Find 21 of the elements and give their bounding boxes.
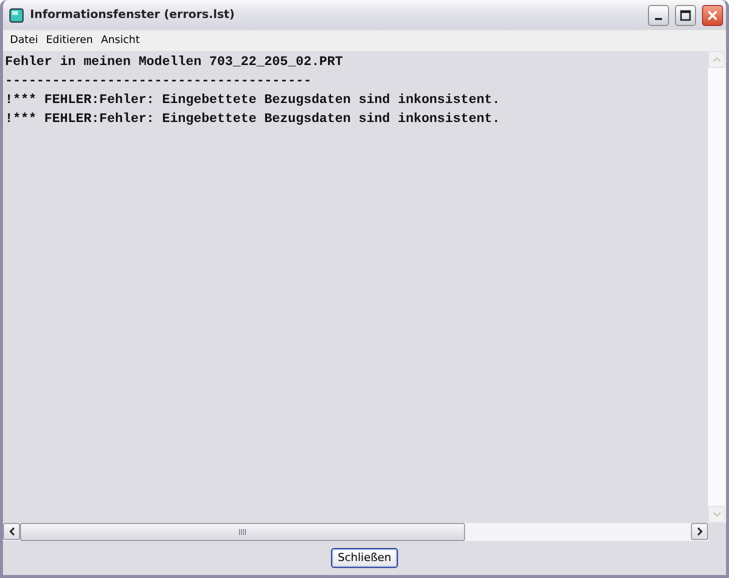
text-line: --------------------------------------- [5, 72, 312, 90]
window-title: Informationsfenster (errors.lst) [30, 6, 236, 24]
close-button[interactable] [702, 4, 723, 26]
text-line: !*** FEHLER:Fehler: Eingebettete Bezugsdaten sind inkonsistent. [5, 110, 500, 128]
grip-icon [239, 529, 246, 535]
maximize-button[interactable] [675, 4, 696, 26]
app-icon [9, 8, 24, 22]
close-dialog-button[interactable]: Schließen [330, 548, 398, 568]
text-line: Fehler in meinen Modellen 703_22_205_02.PRT [5, 53, 343, 71]
vertical-scrollbar[interactable] [708, 51, 726, 523]
minimize-icon [655, 18, 662, 20]
text-line: !*** FEHLER:Fehler: Eingebettete Bezugsdaten sind inkonsistent. [5, 91, 500, 109]
menu-item[interactable]: Ansicht [96, 32, 144, 48]
scrollbar-thumb[interactable] [20, 523, 465, 541]
close-icon [707, 10, 718, 20]
maximize-icon [680, 10, 691, 20]
scroll-left-button[interactable] [3, 523, 20, 540]
menu-item[interactable]: Editieren [42, 32, 97, 48]
scroll-right-button[interactable] [691, 523, 708, 540]
minimize-button[interactable] [648, 4, 669, 26]
menu-item[interactable]: Datei [6, 32, 42, 48]
